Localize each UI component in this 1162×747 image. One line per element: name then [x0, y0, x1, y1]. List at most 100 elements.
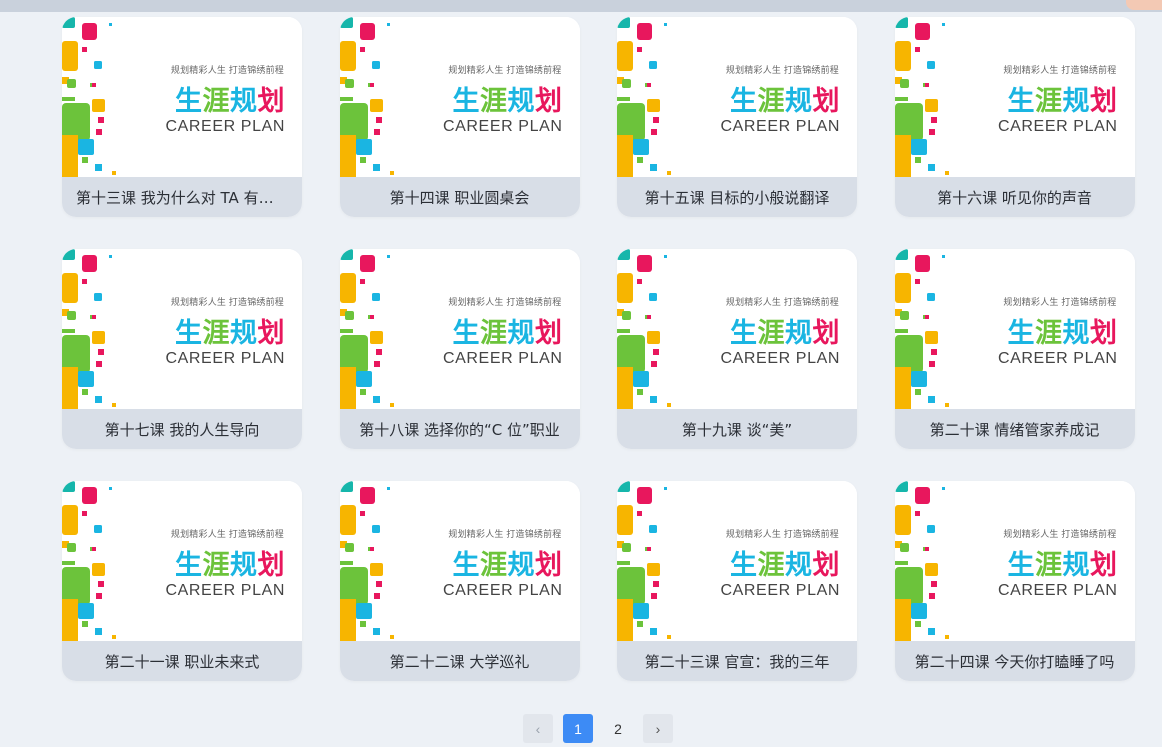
poster-title-char: 划 — [812, 86, 840, 117]
poster-title-cn: 生涯规划 — [175, 79, 285, 118]
course-card[interactable]: 规划精彩人生 打造锦绣前程 生涯规划 CAREER PLAN 第十三课 我为什么… — [62, 17, 302, 217]
course-title[interactable]: 第十九课 谈“美” — [617, 409, 857, 449]
pagination: ‹ 1 2 › — [523, 714, 673, 743]
poster-title-char: 涯 — [480, 86, 508, 117]
poster-title-char: 划 — [812, 318, 840, 349]
poster-title-cn: 生涯规划 — [1008, 543, 1118, 582]
poster-title-char: 规 — [230, 550, 258, 581]
poster-title-char: 划 — [257, 550, 285, 581]
poster-title-char: 生 — [1007, 550, 1035, 581]
poster-title-char: 规 — [507, 318, 535, 349]
poster-title-en: CAREER PLAN — [442, 582, 563, 599]
next-page-button[interactable]: › — [643, 714, 673, 743]
poster-title-char: 涯 — [1035, 318, 1063, 349]
course-title[interactable]: 第十三课 我为什么对 TA 有好感 — [62, 177, 302, 217]
page-button-2[interactable]: 2 — [603, 714, 633, 743]
poster-title-char: 涯 — [1035, 550, 1063, 581]
poster-title-char: 涯 — [202, 86, 230, 117]
colorful-squares-decoration — [894, 249, 949, 409]
poster-tagline: 规划精彩人生 打造锦绣前程 — [1003, 297, 1117, 307]
course-title[interactable]: 第十八课 选择你的“C 位”职业 — [339, 409, 580, 449]
poster-title-char: 规 — [785, 318, 813, 349]
course-thumbnail: 规划精彩人生 打造锦绣前程 生涯规划 CAREER PLAN — [894, 17, 1135, 177]
course-thumbnail: 规划精彩人生 打造锦绣前程 生涯规划 CAREER PLAN — [617, 17, 857, 177]
colorful-squares-decoration — [617, 17, 671, 177]
prev-page-button[interactable]: ‹ — [523, 714, 553, 743]
course-title-text: 第十三课 我为什么对 TA 有好感 — [76, 188, 288, 207]
course-card[interactable]: 规划精彩人生 打造锦绣前程 生涯规划 CAREER PLAN 第十五课 目标的小… — [617, 17, 857, 217]
course-card[interactable]: 规划精彩人生 打造锦绣前程 生涯规划 CAREER PLAN 第二十课 情绪管家… — [894, 249, 1135, 449]
course-card[interactable]: 规划精彩人生 打造锦绣前程 生涯规划 CAREER PLAN 第十六课 听见你的… — [894, 17, 1135, 217]
course-thumbnail: 规划精彩人生 打造锦绣前程 生涯规划 CAREER PLAN — [62, 481, 302, 641]
poster-tagline: 规划精彩人生 打造锦绣前程 — [725, 297, 839, 307]
course-title-text: 第十六课 听见你的声音 — [937, 188, 1092, 207]
course-card[interactable]: 规划精彩人生 打造锦绣前程 生涯规划 CAREER PLAN 第十四课 职业圆桌… — [339, 17, 580, 217]
course-title-text: 第二十一课 职业未来式 — [104, 652, 260, 671]
course-card[interactable]: 规划精彩人生 打造锦绣前程 生涯规划 CAREER PLAN 第二十三课 官宣：… — [617, 481, 857, 681]
poster-title-en: CAREER PLAN — [442, 118, 563, 135]
poster-title-en: CAREER PLAN — [997, 118, 1118, 135]
course-title[interactable]: 第二十课 情绪管家养成记 — [894, 409, 1135, 449]
course-title[interactable]: 第二十一课 职业未来式 — [62, 641, 302, 681]
course-thumbnail: 规划精彩人生 打造锦绣前程 生涯规划 CAREER PLAN — [339, 17, 580, 177]
poster-tagline: 规划精彩人生 打造锦绣前程 — [170, 529, 284, 539]
poster-title-char: 规 — [1062, 318, 1090, 349]
course-card[interactable]: 规划精彩人生 打造锦绣前程 生涯规划 CAREER PLAN 第二十一课 职业未… — [62, 481, 302, 681]
course-title-text: 第二十二课 大学巡礼 — [389, 652, 530, 671]
poster-title-char: 生 — [175, 550, 203, 581]
poster-title-en: CAREER PLAN — [165, 582, 285, 599]
course-card[interactable]: 规划精彩人生 打造锦绣前程 生涯规划 CAREER PLAN 第二十四课 今天你… — [894, 481, 1135, 681]
colorful-squares-decoration — [62, 481, 116, 641]
poster-title-en: CAREER PLAN — [997, 582, 1118, 599]
poster-title-char: 涯 — [480, 318, 508, 349]
poster-tagline: 规划精彩人生 打造锦绣前程 — [170, 65, 284, 75]
course-title[interactable]: 第二十二课 大学巡礼 — [339, 641, 580, 681]
poster-title-char: 规 — [1062, 86, 1090, 117]
poster-title-char: 划 — [535, 86, 563, 117]
course-thumbnail: 规划精彩人生 打造锦绣前程 生涯规划 CAREER PLAN — [62, 249, 302, 409]
page-button-1[interactable]: 1 — [563, 714, 593, 743]
poster-title-char: 划 — [812, 550, 840, 581]
poster-title-en: CAREER PLAN — [720, 350, 840, 367]
poster-title-en: CAREER PLAN — [720, 582, 840, 599]
colorful-squares-decoration — [617, 249, 671, 409]
top-bar — [0, 0, 1162, 12]
poster-title-char: 生 — [452, 550, 480, 581]
poster-title-char: 生 — [175, 86, 203, 117]
poster-title-en: CAREER PLAN — [442, 350, 563, 367]
poster-title-cn: 生涯规划 — [453, 79, 563, 118]
course-thumbnail: 规划精彩人生 打造锦绣前程 生涯规划 CAREER PLAN — [339, 481, 580, 641]
course-card[interactable]: 规划精彩人生 打造锦绣前程 生涯规划 CAREER PLAN 第二十二课 大学巡… — [339, 481, 580, 681]
course-card[interactable]: 规划精彩人生 打造锦绣前程 生涯规划 CAREER PLAN 第十八课 选择你的… — [339, 249, 580, 449]
course-title[interactable]: 第十六课 听见你的声音 — [894, 177, 1135, 217]
poster-title-cn: 生涯规划 — [1008, 79, 1118, 118]
poster-tagline: 规划精彩人生 打造锦绣前程 — [170, 297, 284, 307]
course-card[interactable]: 规划精彩人生 打造锦绣前程 生涯规划 CAREER PLAN 第十七课 我的人生… — [62, 249, 302, 449]
course-thumbnail: 规划精彩人生 打造锦绣前程 生涯规划 CAREER PLAN — [894, 249, 1135, 409]
course-title-text: 第十九课 谈“美” — [681, 420, 793, 439]
poster-title-char: 规 — [1062, 550, 1090, 581]
poster-title-char: 涯 — [757, 550, 785, 581]
course-title[interactable]: 第二十三课 官宣：我的三年 — [617, 641, 857, 681]
poster-title-cn: 生涯规划 — [453, 311, 563, 350]
course-title[interactable]: 第十五课 目标的小般说翻译 — [617, 177, 857, 217]
poster-title-char: 划 — [535, 318, 563, 349]
poster-title-char: 涯 — [1035, 86, 1063, 117]
poster-title-char: 划 — [1090, 550, 1118, 581]
course-title-text: 第二十四课 今天你打瞌睡了吗 — [914, 652, 1115, 671]
course-title[interactable]: 第十四课 职业圆桌会 — [339, 177, 580, 217]
poster-title-char: 涯 — [480, 550, 508, 581]
course-title[interactable]: 第二十四课 今天你打瞌睡了吗 — [894, 641, 1135, 681]
course-thumbnail: 规划精彩人生 打造锦绣前程 生涯规划 CAREER PLAN — [617, 481, 857, 641]
course-title-text: 第十七课 我的人生导向 — [104, 420, 260, 439]
course-card[interactable]: 规划精彩人生 打造锦绣前程 生涯规划 CAREER PLAN 第十九课 谈“美” — [617, 249, 857, 449]
poster-title-char: 生 — [730, 318, 758, 349]
poster-title-char: 划 — [1090, 318, 1118, 349]
poster-title-char: 划 — [257, 318, 285, 349]
poster-title-cn: 生涯规划 — [175, 543, 285, 582]
course-title[interactable]: 第十七课 我的人生导向 — [62, 409, 302, 449]
poster-title-char: 涯 — [757, 318, 785, 349]
colorful-squares-decoration — [339, 249, 394, 409]
poster-tagline: 规划精彩人生 打造锦绣前程 — [725, 529, 839, 539]
course-title-text: 第十四课 职业圆桌会 — [389, 188, 530, 207]
